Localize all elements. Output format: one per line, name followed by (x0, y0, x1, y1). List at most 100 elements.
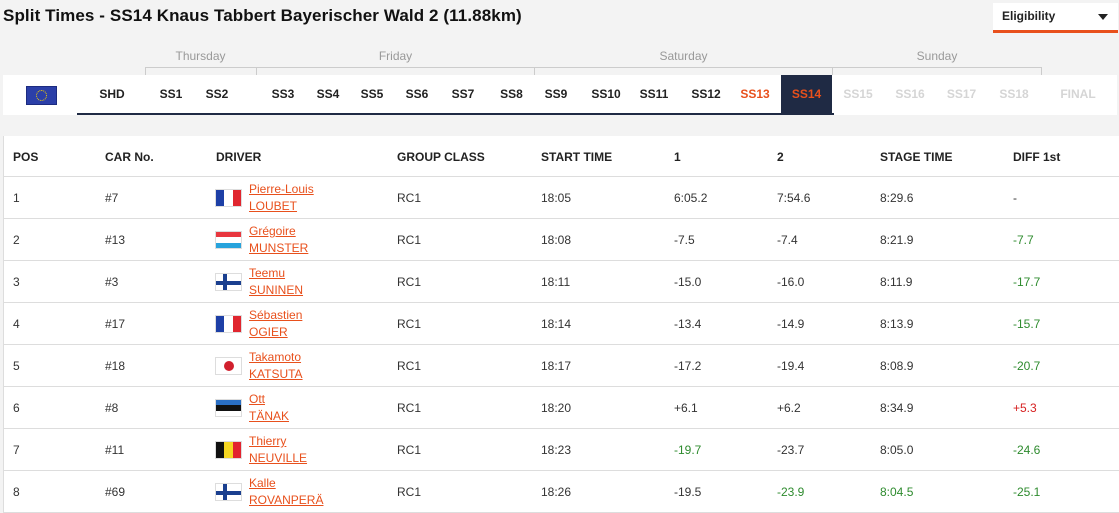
stage-tab-ss1[interactable]: SS1 (148, 75, 194, 113)
page-title: Split Times - SS14 Knaus Tabbert Bayeris… (3, 6, 522, 25)
driver-first-name-link[interactable]: Kalle (249, 475, 323, 492)
driver-first-name-link[interactable]: Ott (249, 391, 289, 408)
stage-time-cell: 8:05.0 (880, 443, 914, 457)
split-1-cell: -17.2 (674, 359, 702, 373)
driver-last-name-link[interactable]: NEUVILLE (249, 450, 307, 467)
stage-tab-ss4[interactable]: SS4 (306, 75, 350, 113)
day-thursday: Thursday (175, 49, 226, 63)
stage-tab-ss6[interactable]: SS6 (394, 75, 440, 113)
day-friday: Friday (378, 49, 413, 63)
luxembourg-flag-icon (215, 231, 242, 249)
split-1-cell: -13.4 (674, 317, 702, 331)
driver-last-name-link[interactable]: ROVANPERÄ (249, 492, 323, 509)
col-header-split-1: 1 (674, 150, 681, 164)
split-times-table: POS CAR No. DRIVER GROUP CLASS START TIM… (3, 136, 1119, 513)
diff-1st-cell: - (1013, 191, 1017, 205)
estonia-flag-icon (215, 399, 242, 417)
stage-tab-ss3[interactable]: SS3 (260, 75, 306, 113)
start-time-cell: 18:26 (541, 485, 572, 499)
col-header-split-2: 2 (777, 150, 784, 164)
stage-tab-ss8[interactable]: SS8 (486, 75, 537, 113)
driver-first-name-link[interactable]: Sébastien (249, 307, 302, 324)
driver-cell: Sébastien OGIER (249, 307, 302, 341)
driver-last-name-link[interactable]: KATSUTA (249, 366, 303, 383)
split-times-page: Split Times - SS14 Knaus Tabbert Bayeris… (0, 0, 1119, 513)
driver-first-name-link[interactable]: Grégoire (249, 223, 308, 240)
day-bracket-saturday (534, 67, 833, 75)
stage-tab-ss12[interactable]: SS12 (682, 75, 730, 113)
split-2-cell: -7.4 (777, 233, 798, 247)
car-number-cell: #18 (105, 359, 126, 373)
group-class-cell: RC1 (397, 401, 422, 415)
table-row: 6 #8 Ott TÄNAK RC1 18:20 +6.1 +6.2 8:34.9 +5.3 (4, 387, 1119, 429)
split-1-cell: -19.7 (674, 443, 702, 457)
driver-last-name-link[interactable]: LOUBET (249, 198, 314, 215)
pos-cell: 8 (13, 485, 20, 499)
start-time-cell: 18:17 (541, 359, 572, 373)
eligibility-dropdown[interactable]: Eligibility (993, 3, 1118, 33)
start-time-cell: 18:05 (541, 191, 572, 205)
stage-tab-ss7[interactable]: SS7 (440, 75, 486, 113)
stage-time-cell: 8:13.9 (880, 317, 914, 331)
split-1-cell: 6:05.2 (674, 191, 708, 205)
pos-cell: 4 (13, 317, 20, 331)
belgium-flag-icon (215, 441, 242, 459)
col-header-diff-1st: DIFF 1st (1013, 150, 1061, 164)
diff-1st-cell: -24.6 (1013, 443, 1041, 457)
stage-tab-ss13[interactable]: SS13 (730, 75, 780, 113)
chevron-down-icon (1098, 14, 1108, 20)
driver-cell: Thierry NEUVILLE (249, 433, 307, 467)
driver-last-name-link[interactable]: TÄNAK (249, 408, 289, 425)
stage-tab-ss11[interactable]: SS11 (630, 75, 678, 113)
split-2-cell: -16.0 (777, 275, 805, 289)
group-class-cell: RC1 (397, 275, 422, 289)
stage-tab-ss14[interactable]: SS14 (781, 75, 832, 115)
start-time-cell: 18:08 (541, 233, 572, 247)
stage-tab-ss5[interactable]: SS5 (350, 75, 394, 113)
driver-last-name-link[interactable]: SUNINEN (249, 282, 303, 299)
stage-tab-ss9[interactable]: SS9 (538, 75, 574, 113)
group-class-cell: RC1 (397, 443, 422, 457)
stage-tab-shd[interactable]: SHD (77, 75, 147, 113)
stage-tab-ss10[interactable]: SS10 (584, 75, 628, 113)
car-number-cell: #69 (105, 485, 126, 499)
group-class-cell: RC1 (397, 485, 422, 499)
car-number-cell: #7 (105, 191, 119, 205)
diff-1st-cell: -17.7 (1013, 275, 1041, 289)
table-row: 1 #7 Pierre-Louis LOUBET RC1 18:05 6:05.2 7:54.… (4, 177, 1119, 219)
split-2-cell: -19.4 (777, 359, 805, 373)
table-row: 4 #17 Sébastien OGIER RC1 18:14 -13.4 -14.9 8:13… (4, 303, 1119, 345)
col-header-car: CAR No. (105, 150, 154, 164)
split-2-cell: -23.9 (777, 485, 805, 499)
split-1-cell: -15.0 (674, 275, 702, 289)
split-1-cell: -19.5 (674, 485, 702, 499)
driver-first-name-link[interactable]: Thierry (249, 433, 307, 450)
diff-1st-cell: -7.7 (1013, 233, 1034, 247)
split-1-cell: +6.1 (674, 401, 698, 415)
diff-1st-cell: -15.7 (1013, 317, 1041, 331)
split-2-cell: -14.9 (777, 317, 805, 331)
driver-first-name-link[interactable]: Teemu (249, 265, 303, 282)
car-number-cell: #13 (105, 233, 126, 247)
table-row: 5 #18 Takamoto KATSUTA RC1 18:17 -17.2 -19.4 8:0… (4, 345, 1119, 387)
day-sunday: Sunday (916, 49, 958, 63)
finland-flag-icon (215, 483, 242, 501)
table-row: 8 #69 Kalle ROVANPERÄ RC1 18:26 -19.5 -23.9 8:04… (4, 471, 1119, 513)
stage-time-cell: 8:08.9 (880, 359, 914, 373)
diff-1st-cell: -25.1 (1013, 485, 1041, 499)
split-2-cell: +6.2 (777, 401, 801, 415)
car-number-cell: #17 (105, 317, 126, 331)
eligibility-label: Eligibility (1002, 9, 1056, 23)
pos-cell: 5 (13, 359, 20, 373)
stage-tab-ss18: SS18 (999, 87, 1029, 101)
driver-cell: Takamoto KATSUTA (249, 349, 303, 383)
stage-tab-ss2[interactable]: SS2 (194, 75, 240, 113)
driver-last-name-link[interactable]: MUNSTER (249, 240, 308, 257)
driver-first-name-link[interactable]: Pierre-Louis (249, 181, 314, 198)
stage-time-cell: 8:04.5 (880, 485, 914, 499)
start-time-cell: 18:14 (541, 317, 572, 331)
car-number-cell: #3 (105, 275, 119, 289)
driver-last-name-link[interactable]: OGIER (249, 324, 302, 341)
col-header-stage-time: STAGE TIME (880, 150, 953, 164)
driver-first-name-link[interactable]: Takamoto (249, 349, 303, 366)
